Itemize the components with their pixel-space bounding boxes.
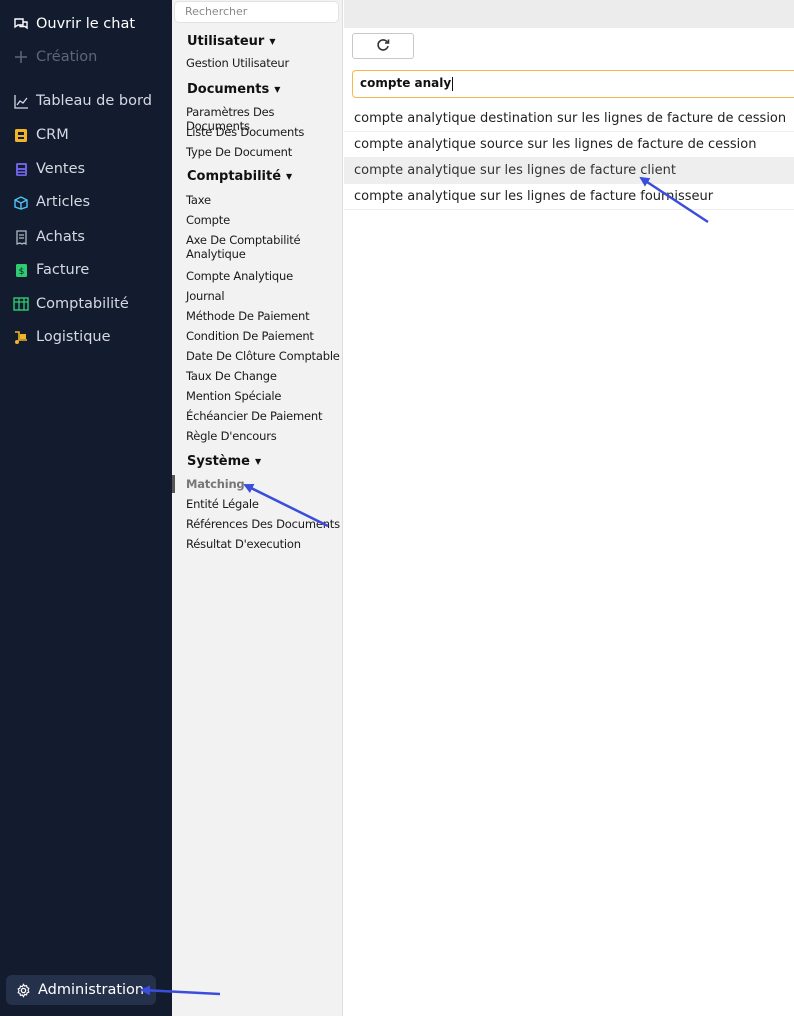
sidebar-item-entite-legale[interactable]: Entité Légale — [186, 497, 341, 511]
refresh-icon — [376, 37, 390, 56]
gear-icon — [14, 981, 32, 999]
sidebar-search-input[interactable]: Rechercher — [174, 1, 339, 23]
nav-item-label: Ventes — [36, 161, 86, 177]
sidebar-item-methode-paiement[interactable]: Méthode De Paiement — [186, 309, 341, 323]
sidebar-item-condition-paiement[interactable]: Condition De Paiement — [186, 329, 341, 343]
nav-item-label: Tableau de bord — [36, 93, 152, 109]
nav-item-label: Ouvrir le chat — [36, 16, 136, 32]
sidebar-item-regle-encours[interactable]: Règle D'encours — [186, 429, 341, 443]
calculator-icon — [12, 160, 30, 178]
sidebar-item-liste-documents[interactable]: Liste Des Documents — [186, 125, 341, 139]
suggestion-item[interactable]: compte analytique source sur les lignes … — [344, 132, 794, 158]
nav-item-label: Comptabilité — [36, 296, 129, 312]
sidebar-search-placeholder: Rechercher — [185, 5, 248, 18]
nav-item-crm[interactable]: CRM — [12, 122, 69, 148]
sidebar-item-gestion-utilisateur[interactable]: Gestion Utilisateur — [186, 56, 341, 70]
suggestion-item[interactable]: compte analytique sur les lignes de fact… — [344, 184, 794, 210]
sidebar-item-axe-comptabilite-analytique[interactable]: Axe De Comptabilité Analytique — [186, 233, 306, 261]
receipt-icon — [12, 228, 30, 246]
nav-item-creation[interactable]: Création — [12, 44, 97, 70]
refresh-button[interactable] — [352, 33, 414, 59]
contact-card-icon — [12, 126, 30, 144]
search-input-value: compte analy — [360, 76, 452, 90]
nav-item-articles[interactable]: Articles — [12, 189, 90, 215]
nav-item-logistique[interactable]: Logistique — [12, 324, 111, 350]
svg-text:$: $ — [18, 267, 24, 277]
chat-icon — [12, 15, 30, 33]
nav-item-label: CRM — [36, 127, 69, 143]
sidebar-item-taux-change[interactable]: Taux De Change — [186, 369, 341, 383]
plus-icon — [12, 48, 30, 66]
sidebar-item-resultat-execution[interactable]: Résultat D'execution — [186, 537, 341, 551]
nav-item-label: Articles — [36, 194, 91, 210]
main-navigation: Ouvrir le chat Création Tableau de bord … — [0, 0, 172, 1016]
sidebar-item-taxe[interactable]: Taxe — [186, 193, 341, 207]
active-indicator — [172, 475, 175, 493]
nav-item-chat[interactable]: Ouvrir le chat — [12, 11, 135, 37]
nav-item-label: Création — [36, 49, 98, 65]
section-header-utilisateur[interactable]: Utilisateur ▼ — [187, 34, 276, 49]
sidebar-item-type-document[interactable]: Type De Document — [186, 145, 341, 159]
nav-item-dashboard[interactable]: Tableau de bord — [12, 88, 152, 114]
chart-line-icon — [12, 92, 30, 110]
nav-item-label: Facture — [36, 262, 90, 278]
nav-item-label: Achats — [36, 229, 85, 245]
sidebar-item-journal[interactable]: Journal — [186, 289, 341, 303]
section-title: Comptabilité — [187, 169, 282, 184]
ledger-icon — [12, 295, 30, 313]
truck-icon — [12, 328, 30, 346]
nav-item-comptabilite[interactable]: Comptabilité — [12, 291, 129, 317]
section-title: Système — [187, 454, 250, 469]
sidebar-item-matching[interactable]: Matching — [186, 477, 341, 491]
suggestion-item[interactable]: compte analytique sur les lignes de fact… — [344, 158, 794, 184]
text-cursor — [452, 76, 454, 91]
settings-sidebar: Rechercher Utilisateur ▼ Gestion Utilisat… — [172, 0, 343, 1016]
section-header-documents[interactable]: Documents ▼ — [187, 82, 280, 97]
section-title: Documents — [187, 82, 270, 97]
sidebar-item-compte-analytique[interactable]: Compte Analytique — [186, 269, 341, 283]
nav-item-administration[interactable]: Administration — [6, 975, 156, 1005]
nav-item-ventes[interactable]: Ventes — [12, 156, 85, 182]
search-input[interactable]: compte analy — [352, 70, 794, 98]
sidebar-item-references-documents[interactable]: Références Des Documents — [186, 517, 341, 531]
nav-item-facture[interactable]: $ Facture — [12, 257, 89, 283]
caret-down-icon: ▼ — [286, 172, 293, 181]
caret-down-icon: ▼ — [274, 85, 281, 94]
nav-item-label: Administration — [38, 982, 145, 998]
suggestion-item[interactable]: compte analytique destination sur les li… — [344, 106, 794, 132]
sidebar-item-compte[interactable]: Compte — [186, 213, 341, 227]
main-content: compte analy compte analytique destinati… — [344, 0, 794, 1016]
nav-item-achats[interactable]: Achats — [12, 224, 85, 250]
caret-down-icon: ▼ — [254, 457, 262, 466]
sidebar-item-mention-speciale[interactable]: Mention Spéciale — [186, 389, 341, 403]
nav-item-label: Logistique — [36, 329, 111, 345]
invoice-icon: $ — [12, 261, 30, 279]
top-bar — [344, 0, 794, 28]
section-header-comptabilite[interactable]: Comptabilité ▼ — [187, 169, 292, 184]
sidebar-item-date-cloture[interactable]: Date De Clôture Comptable — [186, 349, 341, 363]
section-header-systeme[interactable]: Système ▼ — [187, 454, 261, 469]
section-title: Utilisateur — [187, 34, 265, 49]
sidebar-item-echeancier[interactable]: Échéancier De Paiement — [186, 409, 341, 423]
box-icon — [12, 193, 30, 211]
caret-down-icon: ▼ — [269, 37, 276, 46]
